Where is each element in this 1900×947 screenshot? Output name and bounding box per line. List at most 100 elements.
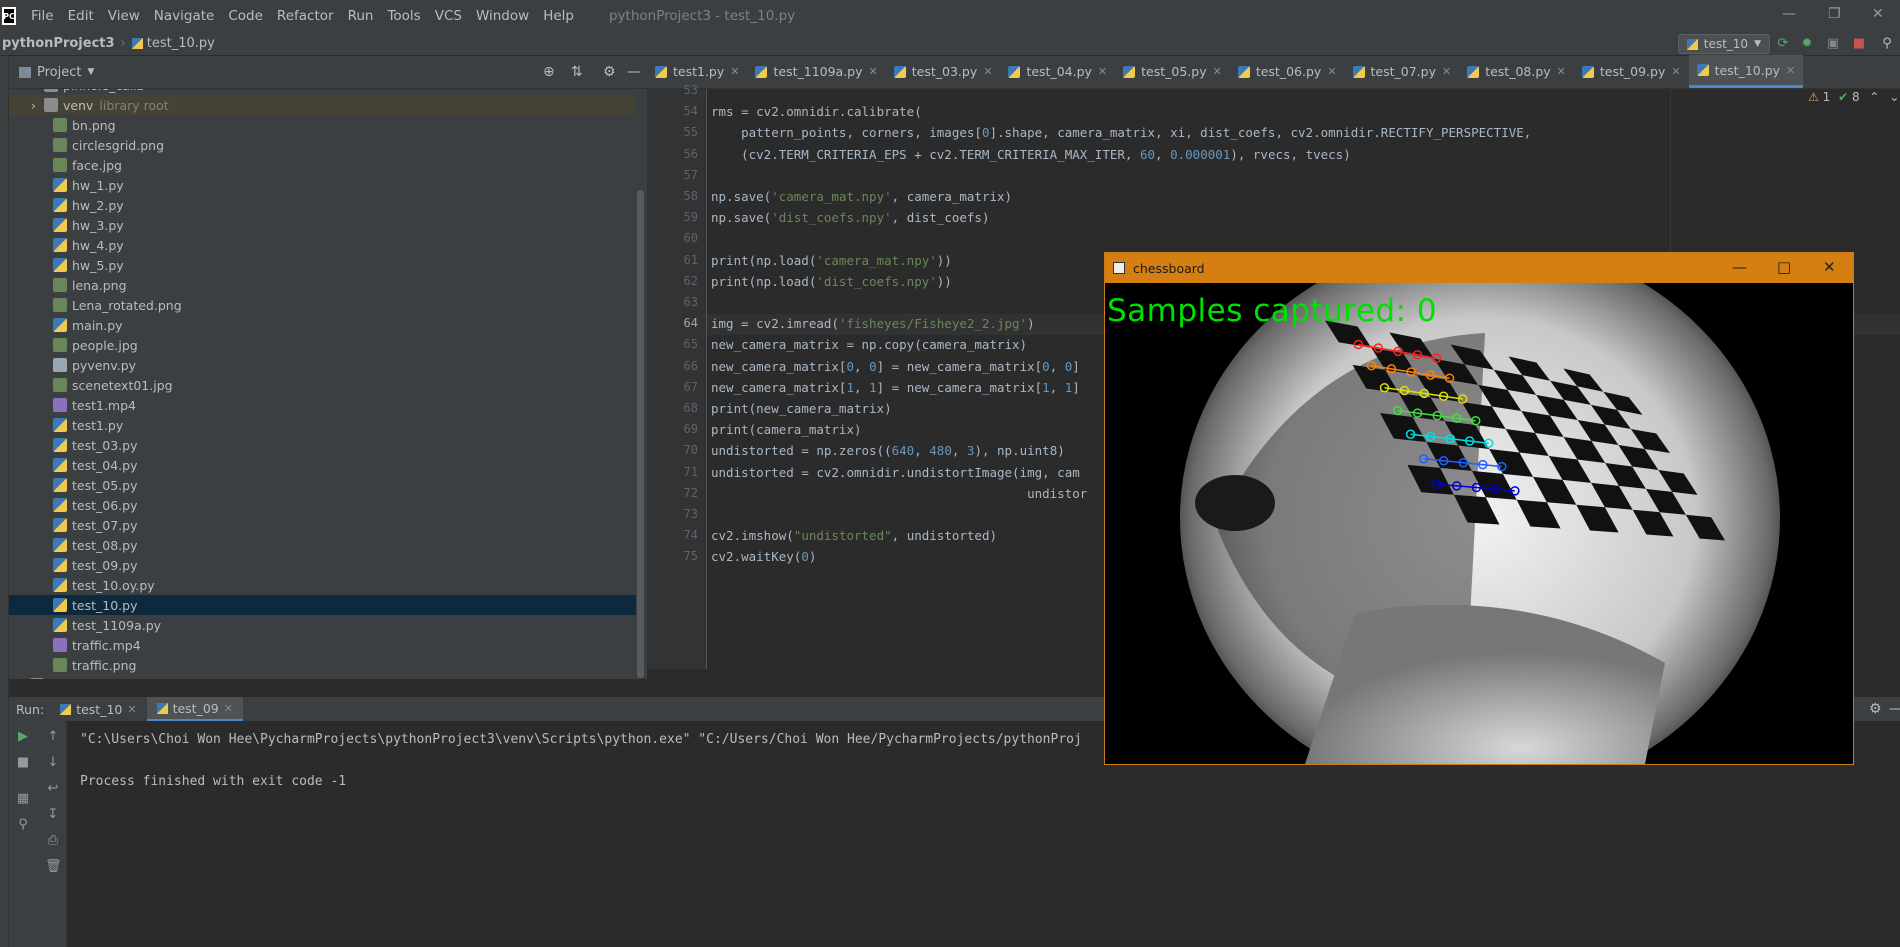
close-tab-icon[interactable]: ✕ xyxy=(1671,65,1680,78)
layout-icon[interactable]: ▦ xyxy=(15,791,31,807)
tree-item[interactable]: test_04.py xyxy=(9,455,636,475)
menu-file[interactable]: File xyxy=(24,8,61,24)
tree-item[interactable]: main.py xyxy=(9,315,636,335)
breadcrumb-project[interactable]: pythonProject3 xyxy=(2,36,115,51)
tree-item[interactable]: face.jpg xyxy=(9,155,636,175)
run-configuration-select[interactable]: test_10 ▼ xyxy=(1677,34,1770,54)
chessboard-window[interactable]: chessboard — □ ✕ Samples captured: 0 xyxy=(1104,252,1854,765)
arrow-up-icon[interactable]: ↑ xyxy=(45,729,61,745)
gear-icon[interactable]: ⚙ xyxy=(1869,701,1882,717)
menu-vcs[interactable]: VCS xyxy=(428,8,469,24)
stop-icon[interactable]: ■ xyxy=(15,755,31,771)
rerun-icon[interactable]: ▶ xyxy=(15,729,31,745)
tree-item[interactable]: hw_3.py xyxy=(9,215,636,235)
run-tab[interactable]: test_10 ✕ xyxy=(50,697,146,721)
tree-item[interactable]: test1.py xyxy=(9,415,636,435)
locate-icon[interactable]: ⊕ xyxy=(543,64,555,80)
menu-window[interactable]: Window xyxy=(469,8,536,24)
tree-item[interactable]: bn.png xyxy=(9,115,636,135)
chevron-up-icon[interactable]: ⌃ xyxy=(1869,90,1879,104)
tree-item[interactable]: lena.png xyxy=(9,275,636,295)
run-tab[interactable]: test_09 ✕ xyxy=(146,697,243,721)
editor-tab[interactable]: test_10.py ✕ xyxy=(1688,55,1804,88)
close-tab-icon[interactable]: ✕ xyxy=(224,702,233,715)
hide-panel-icon[interactable]: — xyxy=(627,64,641,80)
tree-item[interactable]: test_08.py xyxy=(9,535,636,555)
tree-item[interactable]: test_10.oy.py xyxy=(9,575,636,595)
tree-item[interactable]: hw_2.py xyxy=(9,195,636,215)
chevron-down-icon[interactable]: ⌄ xyxy=(1889,90,1899,104)
tree-item[interactable]: people.jpg xyxy=(9,335,636,355)
close-tab-icon[interactable]: ✕ xyxy=(1098,65,1107,78)
editor-tab[interactable]: test_06.py ✕ xyxy=(1230,55,1345,88)
coverage-icon[interactable]: ▣ xyxy=(1826,37,1840,51)
editor-tab[interactable]: test_07.py ✕ xyxy=(1345,55,1460,88)
tree-item[interactable]: scenetext01.jpg xyxy=(9,375,636,395)
tree-item[interactable]: test_1109a.py xyxy=(9,615,636,635)
close-tab-icon[interactable]: ✕ xyxy=(869,65,878,78)
editor-tab[interactable]: test_03.py ✕ xyxy=(886,55,1001,88)
tree-item[interactable]: pyvenv.py xyxy=(9,355,636,375)
close-tab-icon[interactable]: ✕ xyxy=(1786,64,1795,77)
tree-item[interactable]: test_05.py xyxy=(9,475,636,495)
menu-run[interactable]: Run xyxy=(341,8,381,24)
minimize-icon[interactable]: — xyxy=(1732,258,1747,276)
close-tab-icon[interactable]: ✕ xyxy=(1557,65,1566,78)
tree-item[interactable]: test_07.py xyxy=(9,515,636,535)
tree-item[interactable]: › venv library root xyxy=(9,95,636,115)
run-icon[interactable]: ⟳ xyxy=(1776,37,1790,51)
menu-edit[interactable]: Edit xyxy=(61,8,101,24)
breadcrumb-file[interactable]: test_10.py xyxy=(147,36,215,51)
tree-item[interactable]: › External Libraries xyxy=(9,675,636,679)
editor-tab[interactable]: test_05.py ✕ xyxy=(1115,55,1230,88)
close-tab-icon[interactable]: ✕ xyxy=(127,703,136,716)
project-panel-title[interactable]: Project xyxy=(37,65,81,80)
tree-item[interactable]: test1.mp4 xyxy=(9,395,636,415)
tree-item[interactable]: test_06.py xyxy=(9,495,636,515)
scroll-to-end-icon[interactable]: ↧ xyxy=(45,807,61,823)
restore-icon[interactable]: ❐ xyxy=(1828,6,1841,22)
menu-tools[interactable]: Tools xyxy=(380,8,427,24)
tree-item[interactable]: traffic.mp4 xyxy=(9,635,636,655)
editor-tab[interactable]: test_09.py ✕ xyxy=(1574,55,1689,88)
debug-icon[interactable]: ✹ xyxy=(1800,37,1814,51)
close-icon[interactable]: ✕ xyxy=(1872,6,1884,22)
menu-view[interactable]: View xyxy=(101,8,147,24)
menu-code[interactable]: Code xyxy=(221,8,270,24)
chevron-right-icon[interactable]: › xyxy=(31,98,36,113)
hide-panel-icon[interactable]: — xyxy=(1889,701,1900,717)
editor-tab[interactable]: test_08.py ✕ xyxy=(1459,55,1574,88)
chessboard-window-titlebar[interactable]: chessboard — □ ✕ xyxy=(1105,253,1853,283)
menu-refactor[interactable]: Refactor xyxy=(270,8,341,24)
editor-tab[interactable]: test_04.py ✕ xyxy=(1000,55,1115,88)
menu-navigate[interactable]: Navigate xyxy=(147,8,222,24)
tree-item[interactable]: test_03.py xyxy=(9,435,636,455)
print-icon[interactable]: ⎙ xyxy=(45,833,61,849)
close-tab-icon[interactable]: ✕ xyxy=(730,65,739,78)
chevron-right-icon[interactable]: › xyxy=(31,89,36,93)
tree-item[interactable]: hw_5.py xyxy=(9,255,636,275)
tree-item[interactable]: hw_4.py xyxy=(9,235,636,255)
chevron-right-icon[interactable]: › xyxy=(17,678,22,680)
gear-icon[interactable]: ⚙ xyxy=(603,64,616,80)
search-icon[interactable]: ⚲ xyxy=(1880,37,1894,51)
close-tab-icon[interactable]: ✕ xyxy=(983,65,992,78)
tree-item[interactable]: test_10.py xyxy=(9,595,636,615)
tree-item[interactable]: test_09.py xyxy=(9,555,636,575)
inspection-widget[interactable]: ⚠ 1 ✔ 8 ⌃ ⌄ xyxy=(1808,90,1899,104)
close-tab-icon[interactable]: ✕ xyxy=(1213,65,1222,78)
editor-tab[interactable]: test_1109a.py ✕ xyxy=(747,55,885,88)
stop-icon[interactable]: ■ xyxy=(1852,37,1866,51)
close-icon[interactable]: ✕ xyxy=(1823,258,1836,276)
pin-icon[interactable]: ⚲ xyxy=(15,817,31,833)
tree-item[interactable]: hw_1.py xyxy=(9,175,636,195)
close-tab-icon[interactable]: ✕ xyxy=(1442,65,1451,78)
project-tree-scrollbar[interactable] xyxy=(637,190,644,678)
maximize-icon[interactable]: □ xyxy=(1777,258,1791,276)
trash-icon[interactable]: 🗑 xyxy=(45,859,62,875)
collapse-all-icon[interactable]: ⇅ xyxy=(571,64,583,80)
close-tab-icon[interactable]: ✕ xyxy=(1327,65,1336,78)
menu-help[interactable]: Help xyxy=(536,8,581,24)
chevron-down-icon[interactable]: ▼ xyxy=(87,67,94,77)
arrow-down-icon[interactable]: ↓ xyxy=(45,755,61,771)
